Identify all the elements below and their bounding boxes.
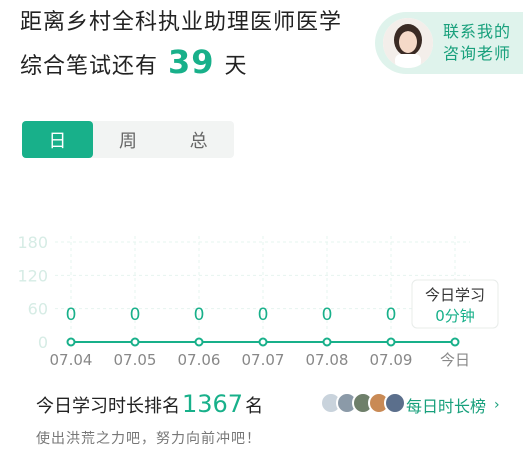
study-time-chart: 0601201800 0 0 0 0 007.04 07.05 07.06 07.07 07.08… — [17, 233, 499, 369]
data-point — [450, 337, 460, 347]
data-point — [258, 337, 268, 347]
data-point — [194, 337, 204, 347]
contact-teacher-button[interactable]: 联系我的 咨询老师 — [375, 12, 523, 74]
data-point — [322, 337, 332, 347]
data-label: 0 — [386, 305, 397, 325]
data-point — [130, 337, 140, 347]
data-label: 0 — [322, 305, 333, 325]
y-tick-label: 180 — [17, 233, 48, 252]
tooltip-title: 今日学习 — [425, 286, 485, 304]
tab-day[interactable]: 日 — [22, 121, 93, 158]
ranking-avatars — [320, 392, 406, 414]
daily-ranking-link[interactable]: 每日时长榜 › — [406, 393, 500, 417]
y-tick-label: 60 — [28, 300, 48, 319]
chevron-right-icon: › — [494, 397, 500, 413]
data-label: 0 — [130, 305, 141, 325]
rank-suffix: 名 — [245, 396, 264, 417]
data-label: 0 — [258, 305, 269, 325]
teacher-label-line2: 咨询老师 — [443, 44, 512, 63]
tab-week[interactable]: 周 — [93, 121, 164, 158]
daily-ranking-label: 每日时长榜 — [406, 397, 487, 416]
data-point — [66, 337, 76, 347]
days-remaining: 39 — [168, 43, 215, 81]
y-tick-label: 120 — [17, 266, 48, 285]
data-label: 0 — [194, 305, 205, 325]
tab-total[interactable]: 总 — [163, 121, 234, 158]
user-avatar — [384, 392, 406, 414]
rank-prefix: 今日学习时长排名 — [36, 396, 180, 417]
countdown-prefix: 综合笔试还有 — [20, 54, 159, 79]
x-tick-label: 今日 — [440, 351, 470, 369]
exam-countdown-title: 距离乡村全科执业助理医师医学 — [20, 8, 342, 38]
teacher-portrait-icon — [383, 18, 433, 68]
x-tick-label: 07.09 — [370, 351, 413, 369]
study-rank: 今日学习时长排名 1367 名 — [36, 390, 263, 418]
data-label: 0 — [66, 305, 77, 325]
rank-number: 1367 — [182, 390, 244, 418]
x-tick-label: 07.06 — [178, 351, 221, 369]
x-tick-label: 07.08 — [306, 351, 349, 369]
x-tick-label: 07.05 — [114, 351, 157, 369]
teacher-label-line1: 联系我的 — [443, 22, 512, 41]
data-point — [386, 337, 396, 347]
motto-text: 使出洪荒之力吧，努力向前冲吧！ — [36, 431, 261, 447]
x-tick-label: 07.04 — [50, 351, 93, 369]
teacher-avatar — [383, 18, 433, 68]
contact-teacher-label: 联系我的 咨询老师 — [443, 21, 511, 65]
exam-countdown-days: 综合笔试还有 39 天 — [20, 43, 248, 82]
period-tabs: 日 周 总 — [22, 121, 234, 158]
countdown-suffix: 天 — [224, 54, 248, 79]
tooltip-value: 0分钟 — [435, 307, 475, 325]
x-tick-label: 07.07 — [242, 351, 285, 369]
y-tick-label: 0 — [38, 333, 48, 352]
countdown-line1: 距离乡村全科执业助理医师医学 — [20, 10, 343, 35]
